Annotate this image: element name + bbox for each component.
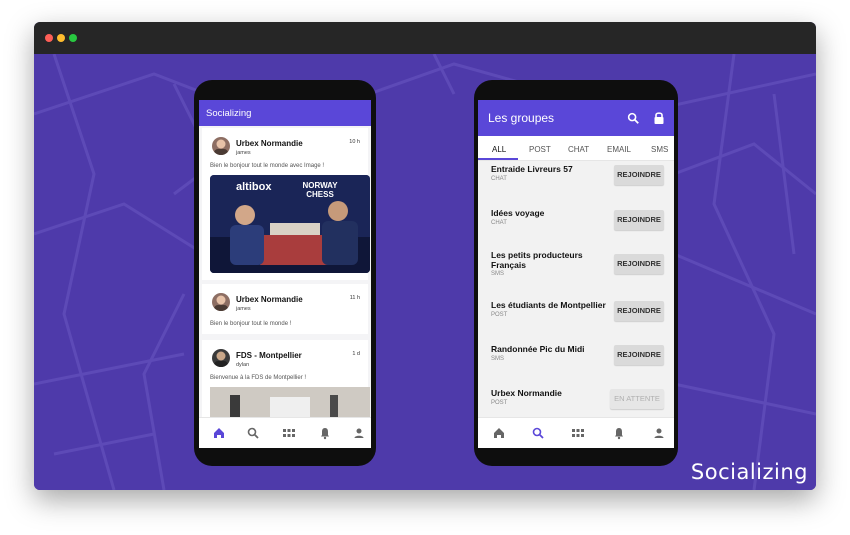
chess-photo [210,175,370,273]
post-author-name: Urbex Normandie [236,139,303,148]
feed-screen: Socializing Urbex Normandie james 10 h B… [199,100,371,448]
group-row: Les étudiants de Montpellier POST REJOIN… [478,294,674,334]
pending-request-button[interactable]: EN ATTENTE [610,389,664,409]
feed-post-card[interactable]: Urbex Normandie james 11 h Bien le bonjo… [202,284,368,334]
lock-icon[interactable] [653,111,665,125]
groups-screen: Les groupes ALL POST CHAT EMAIL SMS Entr… [478,100,674,448]
group-name: Urbex Normandie [491,388,562,398]
group-name: Les étudiants de Montpellier [491,300,606,310]
brand-watermark: Socializing [690,460,808,484]
feed-app-title: Socializing [206,108,252,119]
group-name: Randonnée Pic du Midi [491,344,585,354]
group-name: Idées voyage [491,208,545,218]
avatar [212,137,230,155]
tab-chat[interactable]: CHAT [568,145,589,154]
post-image[interactable]: altibox NORWAY CHESS [210,175,370,273]
avatar [212,349,230,367]
close-window-button[interactable] [45,34,53,42]
post-timestamp: 11 h [349,295,360,301]
bell-icon[interactable] [317,425,333,441]
group-row: Idées voyage CHAT REJOINDRE [478,204,674,244]
tab-sms[interactable]: SMS [651,145,668,154]
join-group-button[interactable]: REJOINDRE [614,345,664,365]
post-timestamp: 10 h [349,139,360,145]
feed-post-card[interactable]: FDS - Montpellier dylan 1 d Bienvenue à … [202,340,370,427]
group-type: POST [491,312,508,318]
group-row: Randonnée Pic du Midi SMS REJOINDRE [478,338,674,378]
image-caption-text: NORWAY CHESS [302,181,338,199]
group-row: Entraide Livreurs 57 CHAT REJOINDRE [478,160,674,200]
apps-icon[interactable] [281,425,297,441]
feed-post-card[interactable]: Urbex Normandie james 10 h Bien le bonjo… [202,128,370,280]
group-type: CHAT [491,176,507,182]
maximize-window-button[interactable] [69,34,77,42]
group-name: Entraide Livreurs 57 [491,164,573,174]
group-type: CHAT [491,220,507,226]
post-author-name: Urbex Normandie [236,295,303,304]
tab-post[interactable]: POST [529,145,551,154]
group-type: POST [491,400,508,406]
image-brand-text: altibox [236,181,272,193]
tab-all[interactable]: ALL [492,145,506,154]
group-name: Les petits producteurs Français [491,250,583,270]
home-icon[interactable] [491,425,507,441]
groups-phone: Les groupes ALL POST CHAT EMAIL SMS Entr… [474,80,678,466]
feed-app-bar: Socializing [199,100,371,126]
group-type: SMS [491,356,505,362]
group-row: Les petits producteurs Français SMS REJO… [478,244,674,288]
feed-phone: Socializing Urbex Normandie james 10 h B… [194,80,376,466]
groups-app-title: Les groupes [488,111,555,125]
home-icon[interactable] [211,425,227,441]
search-icon[interactable] [245,425,261,441]
bell-icon[interactable] [611,425,627,441]
post-username: dylan [236,362,250,368]
search-icon[interactable] [530,425,546,441]
join-group-button[interactable]: REJOINDRE [614,210,664,230]
post-username: james [236,150,251,156]
presentation-background: Socializing Urbex Normandie james 10 h B… [34,54,816,490]
groups-bottom-nav [478,417,674,448]
post-username: james [236,306,251,312]
window-titlebar [34,22,816,54]
post-message: Bien le bonjour tout le monde avec Image… [210,163,325,169]
minimize-window-button[interactable] [57,34,65,42]
app-window: Socializing Urbex Normandie james 10 h B… [34,22,816,490]
join-group-button[interactable]: REJOINDRE [614,165,664,185]
post-message: Bien le bonjour tout le monde ! [210,321,292,327]
group-type: SMS [491,271,505,277]
map-pattern-background [34,54,816,490]
post-author-name: FDS - Montpellier [236,351,302,360]
join-group-button[interactable]: REJOINDRE [614,301,664,321]
groups-app-bar: Les groupes [478,100,674,136]
person-icon[interactable] [351,425,367,441]
group-row: Urbex Normandie POST EN ATTENTE [478,382,674,422]
person-icon[interactable] [651,425,667,441]
join-group-button[interactable]: REJOINDRE [614,254,664,274]
avatar [212,293,230,311]
tab-email[interactable]: EMAIL [607,145,631,154]
group-filter-tabs: ALL POST CHAT EMAIL SMS [478,136,674,161]
post-message: Bienvenue à la FDS de Montpellier ! [210,375,307,381]
search-icon[interactable] [626,111,640,125]
apps-icon[interactable] [570,425,586,441]
feed-bottom-nav [199,417,371,448]
post-timestamp: 1 d [352,351,360,357]
